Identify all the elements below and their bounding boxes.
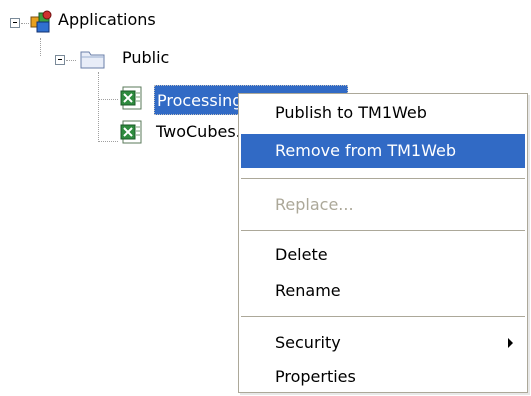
tree-connector [98,72,99,142]
menu-item-remove-from-tm1web[interactable]: Remove from TM1Web [241,134,525,168]
folder-icon [80,51,105,69]
menu-item-publish-to-tm1web[interactable]: Publish to TM1Web [241,96,525,130]
tree-folder-label[interactable]: Public [122,47,169,69]
folder-collapse-toggle[interactable] [55,55,65,65]
menu-separator [241,316,525,317]
context-menu: Publish to TM1Web Remove from TM1Web Rep… [238,93,528,393]
tree-connector [40,38,41,56]
menu-separator [241,230,525,231]
tree-root-label[interactable]: Applications [58,9,156,31]
applications-icon [30,10,52,33]
menu-item-rename[interactable]: Rename [241,274,525,308]
menu-item-security-label: Security [275,333,341,352]
menu-item-replace[interactable]: Replace... [241,188,525,222]
menu-item-properties[interactable]: Properties [241,360,525,394]
submenu-arrow-icon [508,338,513,348]
tree-connector [98,141,118,142]
tree-connector [66,60,76,61]
excel-file-icon [120,86,142,110]
menu-item-security[interactable]: Security [241,326,525,360]
root-collapse-toggle[interactable] [10,18,20,28]
tree-connector [98,99,118,100]
excel-file-icon [120,120,142,144]
menu-item-delete[interactable]: Delete [241,238,525,272]
menu-separator [241,178,525,179]
tree-connector [21,23,29,24]
